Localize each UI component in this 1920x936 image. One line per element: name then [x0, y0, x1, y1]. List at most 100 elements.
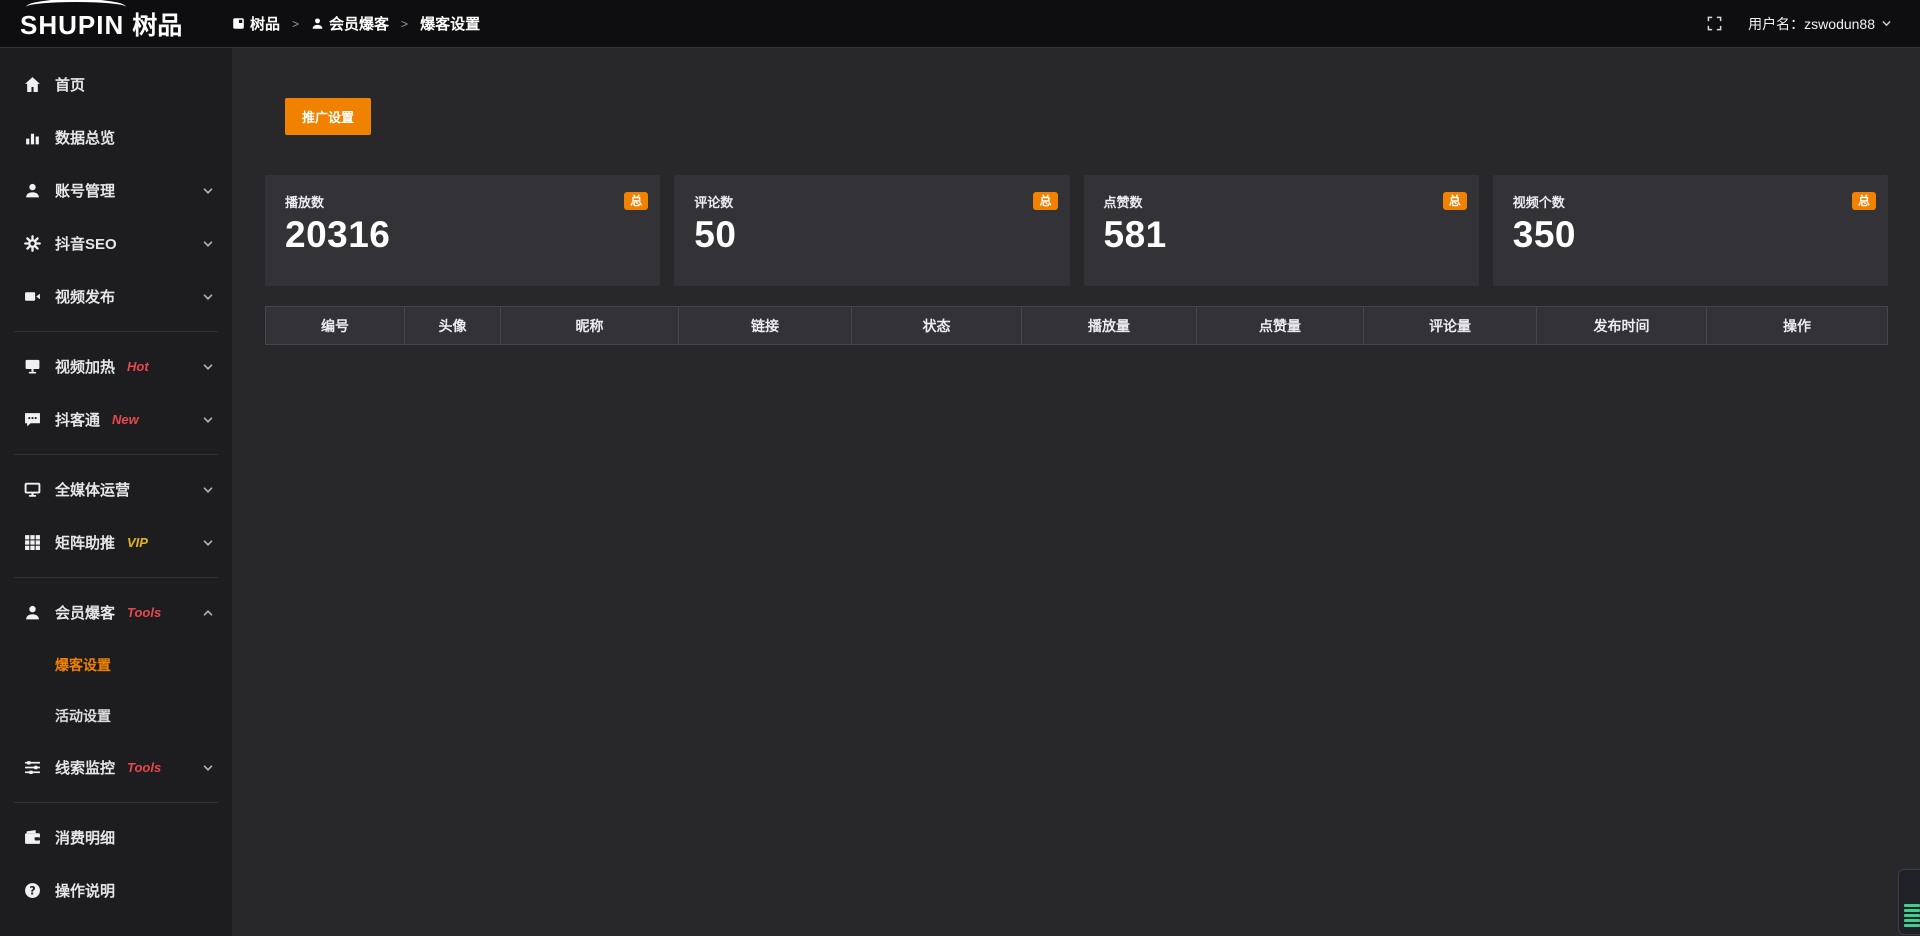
sidebar-item-label: 矩阵助推 [55, 532, 115, 553]
stat-label: 播放数 [285, 192, 324, 211]
sidebar-divider [14, 577, 218, 578]
sidebar-item-label: 操作说明 [55, 880, 115, 901]
chevron-down-icon [202, 185, 214, 197]
fullscreen-icon[interactable] [1707, 16, 1722, 31]
stat-label: 视频个数 [1513, 192, 1565, 211]
stat-cards: 播放数 总 20316 评论数 总 50 点赞数 总 581 视频个数 总 35… [265, 175, 1888, 286]
breadcrumb-item[interactable]: 树品 [232, 13, 280, 34]
sidebar-item-seo[interactable]: 抖音SEO [0, 217, 232, 270]
username-label: 用户名：zswodun88 [1748, 14, 1875, 34]
top-bar: SHUPIN 树品 树品>会员爆客>爆客设置 用户名：zswodun88 [0, 0, 1920, 48]
chevron-down-icon [1881, 18, 1892, 29]
breadcrumb-label: 会员爆客 [329, 13, 389, 34]
chart-icon [24, 129, 41, 146]
screen-icon [24, 358, 41, 375]
sidebar-item-label: 抖音SEO [55, 233, 117, 254]
monitor-icon [24, 481, 41, 498]
sidebar-item-label: 首页 [55, 74, 85, 95]
main-content: 推广设置 播放数 总 20316 评论数 总 50 点赞数 总 581 视频个数… [232, 48, 1920, 936]
sidebar-subitem-item[interactable]: 爆客设置 [0, 639, 232, 690]
chevron-down-icon [202, 238, 214, 250]
promo-settings-button[interactable]: 推广设置 [285, 98, 371, 135]
sidebar-item-item[interactable]: 消费明细 [0, 811, 232, 864]
column-header: 评论量 [1364, 307, 1537, 345]
stat-label: 点赞数 [1104, 192, 1143, 211]
sidebar-subitem-item[interactable]: 活动设置 [0, 690, 232, 741]
sidebar: 首页数据总览账号管理抖音SEO 视频发布视频加热 Hot 抖客通 New 全媒体运营矩阵助… [0, 48, 232, 936]
sidebar-item-label: 数据总览 [55, 127, 115, 148]
sidebar-item-label: 账号管理 [55, 180, 115, 201]
sidebar-item-item[interactable]: 抖客通 New [0, 393, 232, 446]
sidebar-item-label: 会员爆客 [55, 602, 115, 623]
sidebar-item-item[interactable]: 数据总览 [0, 111, 232, 164]
chat-icon [24, 411, 41, 428]
breadcrumb-item[interactable]: 爆客设置 [420, 13, 480, 34]
chevron-down-icon [202, 762, 214, 774]
stat-value: 50 [694, 214, 1057, 256]
member-icon [24, 604, 41, 621]
stat-card-item: 评论数 总 50 [674, 175, 1069, 286]
chevron-up-icon [202, 607, 214, 619]
sidebar-item-label: 全媒体运营 [55, 479, 130, 500]
sidebar-item-item[interactable]: 账号管理 [0, 164, 232, 217]
stat-value: 581 [1104, 214, 1467, 256]
sidebar-item-tag: Tools [127, 605, 161, 620]
column-header: 点赞量 [1197, 307, 1364, 345]
chevron-down-icon [202, 361, 214, 373]
stat-card-item: 视频个数 总 350 [1493, 175, 1888, 286]
question-icon [24, 882, 41, 899]
user-icon [24, 182, 41, 199]
stat-card-item: 播放数 总 20316 [265, 175, 660, 286]
stat-value: 20316 [285, 214, 648, 256]
sidebar-item-tag: Tools [127, 760, 161, 775]
breadcrumb: 树品>会员爆客>爆客设置 [232, 13, 480, 34]
home-icon [24, 76, 41, 93]
chevron-down-icon [202, 291, 214, 303]
breadcrumb-separator: > [399, 17, 410, 31]
total-badge: 总 [1033, 192, 1057, 210]
table-header-row: 编号头像昵称链接状态播放量点赞量评论量发布时间操作 [266, 307, 1887, 345]
breadcrumb-label: 爆客设置 [420, 13, 480, 34]
total-badge: 总 [624, 192, 648, 210]
chevron-down-icon [202, 414, 214, 426]
total-badge: 总 [1852, 192, 1876, 210]
gear-icon [24, 235, 41, 252]
sidebar-item-item[interactable]: 操作说明 [0, 864, 232, 917]
column-header: 播放量 [1022, 307, 1197, 345]
sidebar-item-label: 视频发布 [55, 286, 115, 307]
breadcrumb-item[interactable]: 会员爆客 [311, 13, 389, 34]
sidebar-item-item[interactable]: 首页 [0, 58, 232, 111]
logo: SHUPIN 树品 [0, 6, 232, 42]
signal-bars-icon [1904, 902, 1920, 927]
sidebar-item-item[interactable]: 矩阵助推 VIP [0, 516, 232, 569]
floating-widget[interactable] [1898, 869, 1920, 935]
sidebar-item-label: 抖客通 [55, 409, 100, 430]
chevron-down-icon [202, 537, 214, 549]
column-header: 操作 [1707, 307, 1887, 345]
wallet-icon [24, 829, 41, 846]
grid-icon [24, 534, 41, 551]
sidebar-divider [14, 454, 218, 455]
stat-card-item: 点赞数 总 581 [1084, 175, 1479, 286]
sliders-icon [24, 759, 41, 776]
total-badge: 总 [1443, 192, 1467, 210]
sidebar-item-item[interactable]: 视频加热 Hot [0, 340, 232, 393]
sidebar-item-item[interactable]: 线索监控 Tools [0, 741, 232, 794]
sidebar-item-tag: Hot [127, 359, 149, 374]
stat-label: 评论数 [694, 192, 733, 211]
column-header: 状态 [852, 307, 1022, 345]
user-menu[interactable]: 用户名：zswodun88 [1748, 14, 1892, 34]
sidebar-item-item[interactable]: 会员爆客 Tools [0, 586, 232, 639]
sidebar-item-tag: New [112, 412, 139, 427]
app-icon [232, 17, 245, 30]
sidebar-divider [14, 331, 218, 332]
sidebar-item-tag: VIP [127, 535, 148, 550]
logo-arc [26, 0, 126, 15]
sidebar-item-item[interactable]: 全媒体运营 [0, 463, 232, 516]
sidebar-item-label: 视频加热 [55, 356, 115, 377]
column-header: 编号 [266, 307, 405, 345]
user-icon [311, 17, 324, 30]
breadcrumb-label: 树品 [250, 13, 280, 34]
sidebar-item-label: 线索监控 [55, 757, 115, 778]
sidebar-item-item[interactable]: 视频发布 [0, 270, 232, 323]
